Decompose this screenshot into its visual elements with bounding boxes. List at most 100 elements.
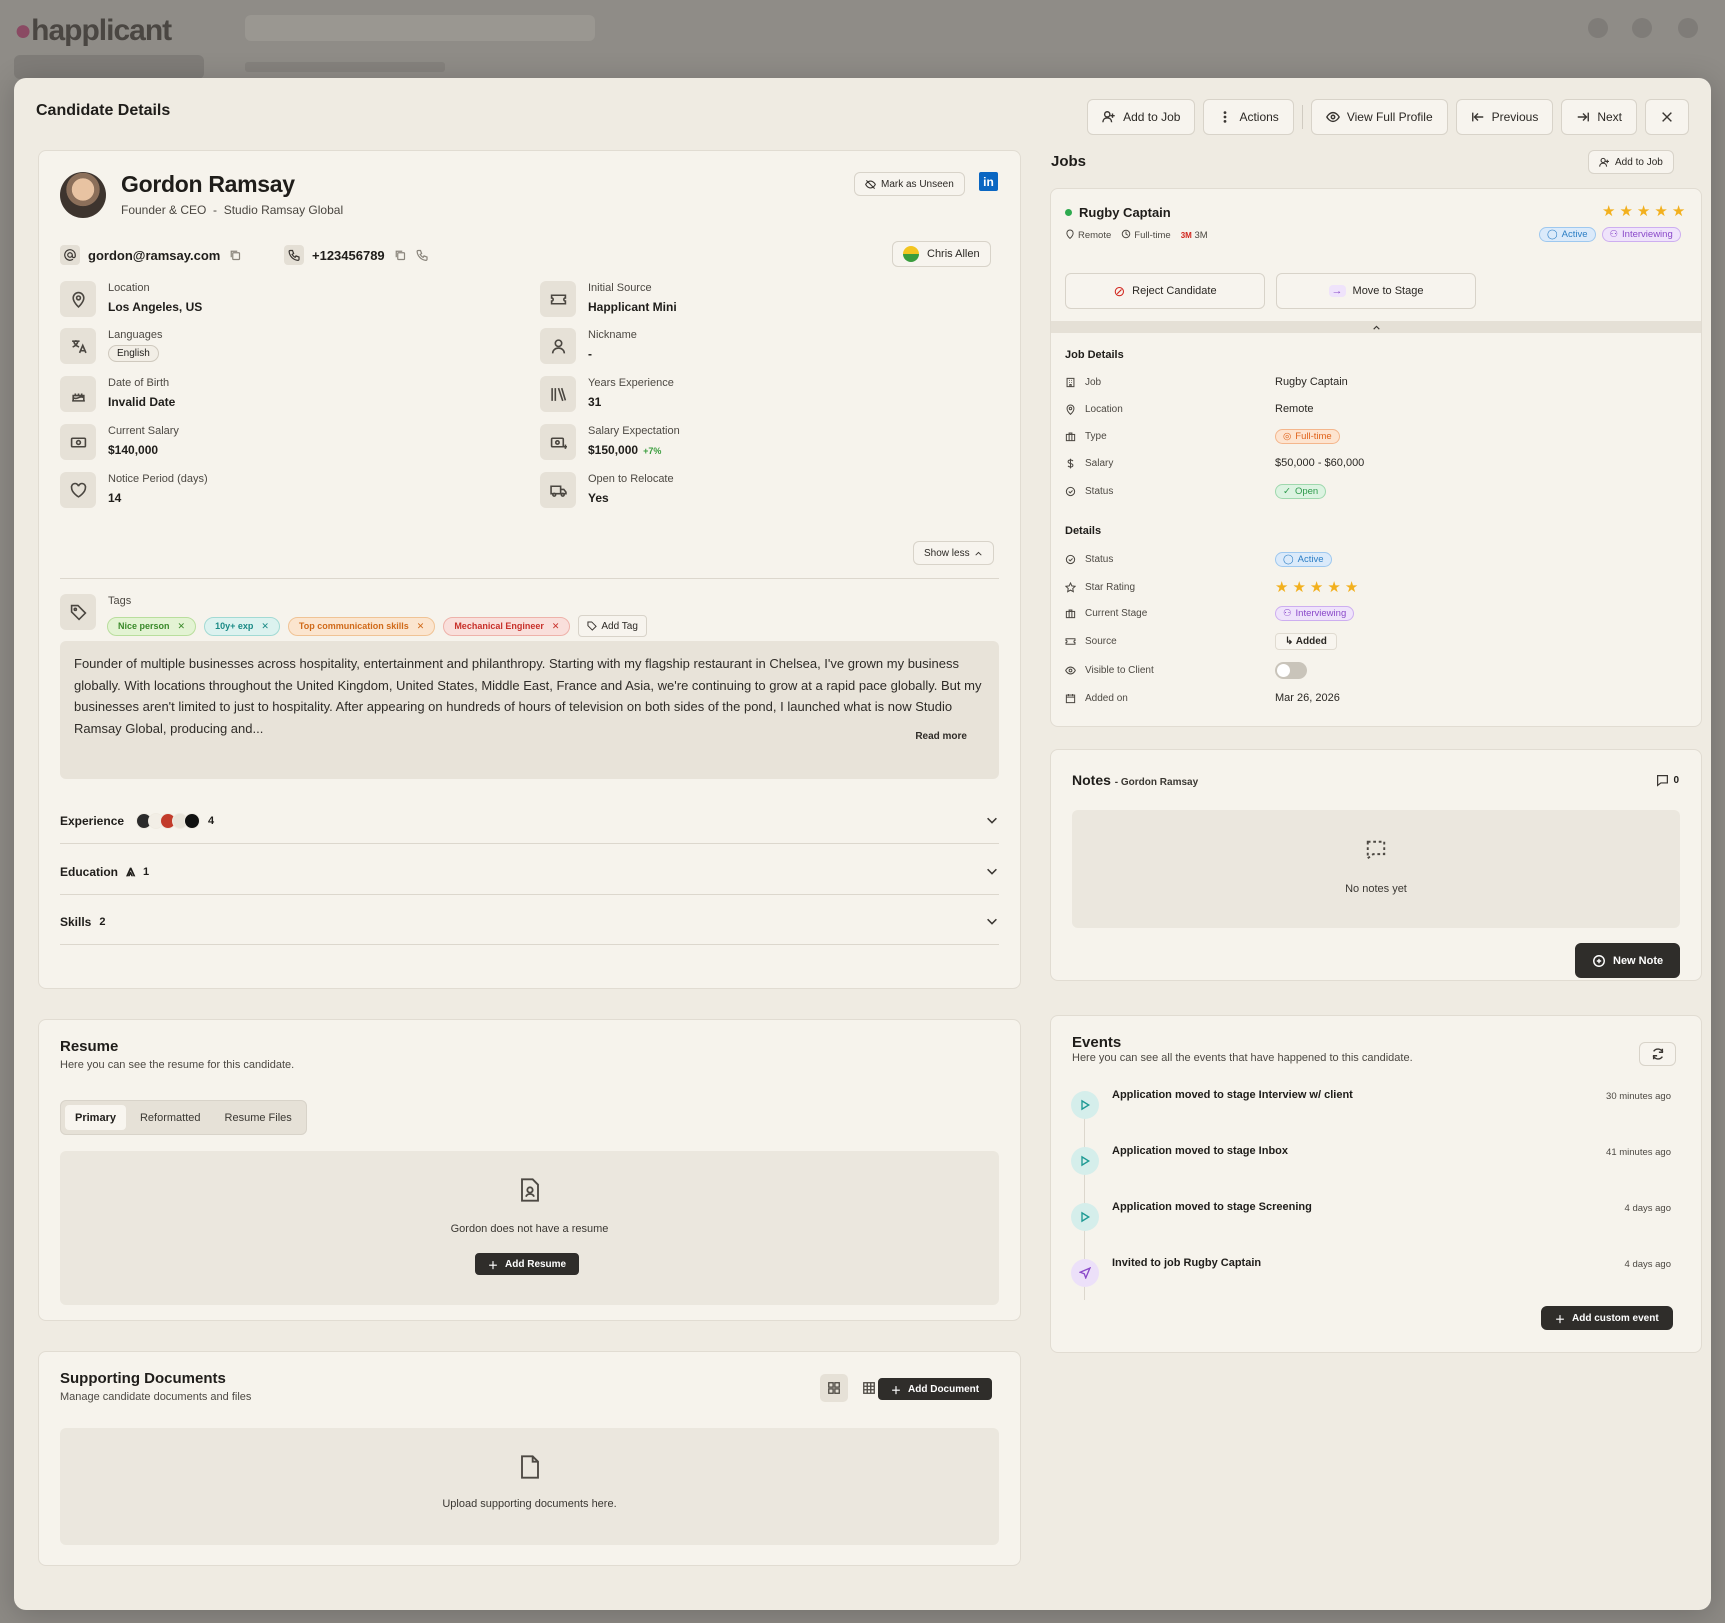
copy-icon[interactable] xyxy=(228,248,242,262)
event-item: Invited to job Rugby Captain 4 days ago xyxy=(1071,1255,1671,1291)
notes-empty-state: No notes yet xyxy=(1072,810,1680,928)
new-note-button[interactable]: New Note xyxy=(1575,943,1681,978)
add-document-button[interactable]: ＋ Add Document xyxy=(878,1378,993,1400)
call-icon[interactable] xyxy=(415,248,429,262)
add-resume-button[interactable]: ＋ Add Resume xyxy=(475,1253,580,1275)
tag-chip[interactable]: Nice person ✕ xyxy=(107,616,197,636)
eye-icon xyxy=(1325,111,1340,123)
copy-icon[interactable] xyxy=(393,248,407,262)
add-tag-button[interactable]: Add Tag xyxy=(578,615,647,637)
field-location: Location Los Angeles, US xyxy=(60,281,202,317)
star-icon[interactable]: ★ xyxy=(1637,204,1650,219)
background-icon xyxy=(1678,18,1698,38)
notes-count: 0 xyxy=(1656,774,1679,787)
star-icon[interactable]: ★ xyxy=(1327,580,1340,595)
stage-badge[interactable]: ⚇ Interviewing xyxy=(1275,605,1355,621)
cake-icon xyxy=(60,376,96,412)
tab-primary[interactable]: Primary xyxy=(65,1105,126,1130)
notes-card: Notes - Gordon Ramsay 0 No notes yet New… xyxy=(1050,749,1702,981)
event-item: Application moved to stage Screening 4 d… xyxy=(1071,1199,1671,1235)
remove-tag-icon[interactable]: ✕ xyxy=(261,621,269,631)
remove-tag-icon[interactable]: ✕ xyxy=(417,621,425,631)
plus-icon: ＋ xyxy=(1555,1314,1565,1326)
details-heading: Details xyxy=(1065,525,1102,537)
grid-view-button[interactable] xyxy=(820,1374,848,1402)
message-plus-icon xyxy=(1593,954,1605,967)
language-pill: English xyxy=(108,345,159,362)
tab-reformatted[interactable]: Reformatted xyxy=(130,1105,211,1130)
modal-title: Candidate Details xyxy=(36,102,171,119)
remove-tag-icon[interactable]: ✕ xyxy=(178,621,186,631)
add-to-job-button[interactable]: Add to Job xyxy=(1087,99,1196,135)
notes-title: Notes - Gordon Ramsay xyxy=(1072,772,1199,788)
add-to-job-small-button[interactable]: Add to Job xyxy=(1588,150,1674,174)
type-badge: ◎ Full-time xyxy=(1275,428,1340,444)
documents-empty-state: Upload supporting documents here. xyxy=(60,1428,999,1545)
refresh-button[interactable] xyxy=(1639,1042,1676,1066)
star-icon[interactable]: ★ xyxy=(1292,580,1305,595)
move-to-stage-button[interactable]: → Move to Stage xyxy=(1276,273,1476,309)
resume-empty-state: Gordon does not have a resume ＋ Add Resu… xyxy=(60,1151,999,1305)
remove-tag-icon[interactable]: ✕ xyxy=(552,621,560,631)
documents-card: Supporting Documents Manage candidate do… xyxy=(38,1351,1021,1566)
status-dot xyxy=(1065,209,1072,216)
tag-icon xyxy=(587,621,598,631)
experience-section[interactable]: Experience 4 xyxy=(60,798,999,844)
detail-row: Status ◯ Active xyxy=(1065,549,1685,569)
app-logo: ●happlicant xyxy=(14,14,172,47)
add-custom-event-button[interactable]: ＋ Add custom event xyxy=(1541,1306,1673,1330)
read-more-link[interactable]: Read more xyxy=(915,726,967,748)
field-languages: Languages English xyxy=(60,328,162,364)
file-icon xyxy=(519,1455,541,1484)
divider xyxy=(60,578,999,579)
next-button[interactable]: Next xyxy=(1561,99,1637,135)
job-title[interactable]: Rugby Captain xyxy=(1065,205,1171,220)
linkedin-icon[interactable]: in xyxy=(979,172,998,191)
heart-icon xyxy=(60,472,96,508)
skills-section[interactable]: Skills 2 xyxy=(60,899,999,945)
collapse-details-button[interactable] xyxy=(1051,321,1701,333)
location-pin-icon xyxy=(1066,229,1074,240)
documents-title: Supporting Documents xyxy=(60,1370,226,1387)
star-rating[interactable]: ★ ★ ★ ★ ★ xyxy=(1275,580,1358,595)
tab-resume-files[interactable]: Resume Files xyxy=(215,1105,302,1130)
detail-row: Current Stage ⚇ Interviewing xyxy=(1065,603,1685,623)
mark-unseen-button[interactable]: Mark as Unseen xyxy=(854,172,965,196)
candidate-name: Gordon Ramsay xyxy=(121,171,295,197)
owner-button[interactable]: Chris Allen xyxy=(892,241,991,267)
grid-icon xyxy=(828,1382,840,1394)
phone-icon xyxy=(284,245,304,265)
more-vertical-icon xyxy=(1224,111,1227,123)
education-section[interactable]: Education ⩓ 1 xyxy=(60,849,999,895)
star-icon[interactable]: ★ xyxy=(1654,204,1667,219)
star-icon[interactable]: ★ xyxy=(1602,204,1615,219)
tag-chip[interactable]: Mechanical Engineer ✕ xyxy=(443,616,571,636)
view-full-profile-button[interactable]: View Full Profile xyxy=(1310,99,1448,135)
arrow-right-icon: → xyxy=(1328,285,1346,297)
previous-button[interactable]: Previous xyxy=(1455,99,1554,135)
job-star-rating[interactable]: ★ ★ ★ ★ ★ xyxy=(1602,204,1685,219)
candidate-bio: Founder of multiple businesses across ho… xyxy=(60,641,999,779)
company-logo-icon: 3M xyxy=(1180,230,1192,240)
star-icon[interactable]: ★ xyxy=(1310,580,1323,595)
document-user-icon xyxy=(519,1178,541,1207)
money-icon xyxy=(60,424,96,460)
show-less-button[interactable]: Show less xyxy=(913,541,994,565)
close-button[interactable] xyxy=(1645,99,1689,135)
divider xyxy=(1301,105,1303,129)
field-open-to-relocate: Open to Relocate Yes xyxy=(540,472,674,508)
star-icon[interactable]: ★ xyxy=(1345,580,1358,595)
tag-chip[interactable]: Top communication skills ✕ xyxy=(287,616,436,636)
tag-chip[interactable]: 10y+ exp ✕ xyxy=(204,616,280,636)
visible-to-client-toggle[interactable] xyxy=(1275,661,1307,679)
event-item: Application moved to stage Interview w/ … xyxy=(1071,1087,1671,1123)
profile-card: Gordon Ramsay Founder & CEO - Studio Ram… xyxy=(38,150,1021,989)
status-badge[interactable]: ◯ Active xyxy=(1275,551,1332,567)
actions-button[interactable]: Actions xyxy=(1203,99,1294,135)
star-icon[interactable]: ★ xyxy=(1275,580,1288,595)
star-icon[interactable]: ★ xyxy=(1619,204,1632,219)
reject-candidate-button[interactable]: ⊘ Reject Candidate xyxy=(1065,273,1265,309)
avatar xyxy=(60,172,106,218)
star-icon[interactable]: ★ xyxy=(1672,204,1685,219)
field-nickname: Nickname - xyxy=(540,328,637,364)
